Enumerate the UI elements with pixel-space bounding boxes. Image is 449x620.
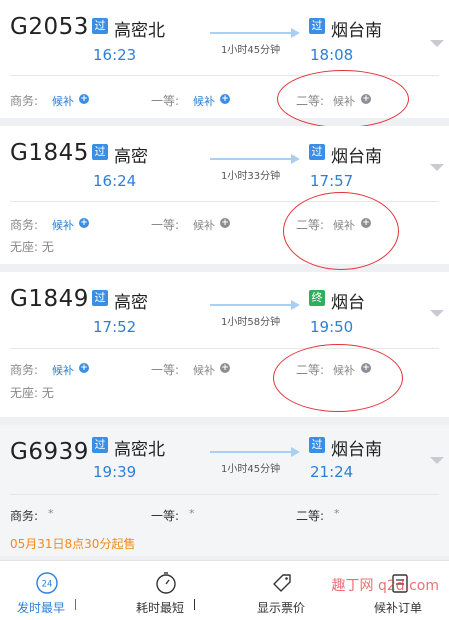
nav-label: 显示票价 <box>257 601 306 615</box>
nav-label: 耗时最短 <box>136 601 185 615</box>
plus-icon[interactable]: + <box>220 94 230 104</box>
business-seat-status[interactable]: 候补 <box>52 93 74 109</box>
nav-depart-earliest[interactable]: 24 发时最早 <box>0 561 112 620</box>
plus-icon[interactable]: + <box>220 218 230 228</box>
plus-icon[interactable]: + <box>79 94 89 104</box>
watermark: 趣丁网 q2d.com <box>331 578 439 594</box>
departure-time: 16:24 <box>93 172 137 190</box>
route-arrow-head <box>291 300 300 310</box>
first-class-label: 一等: <box>151 218 180 232</box>
trip-duration: 1小时33分钟 <box>221 171 281 182</box>
departure-time: 19:39 <box>93 463 137 481</box>
clock-24-icon-text: 24 <box>42 580 53 590</box>
first-class-label: 一等: <box>151 509 180 523</box>
first-class-status[interactable]: 候补 <box>193 93 215 109</box>
arrival-station: 烟台 <box>331 293 365 313</box>
red-circle-annotation <box>283 192 399 270</box>
train-card[interactable]: G6939 过 高密北 19:39 1小时45分钟 过 烟台南 21:24 商务… <box>0 425 449 556</box>
red-circle-annotation <box>277 70 409 128</box>
arrival-time: 18:08 <box>310 46 354 64</box>
sort-arrow-icon <box>75 599 76 610</box>
chevron-down-icon[interactable] <box>430 457 444 464</box>
business-seat-label: 商务: <box>10 363 39 377</box>
sort-arrow-icon <box>194 599 195 610</box>
first-class-label: 一等: <box>151 363 180 377</box>
plus-icon[interactable]: + <box>79 218 89 228</box>
business-seat-label: 商务: <box>10 94 39 108</box>
chevron-down-icon[interactable] <box>430 40 444 47</box>
train-number: G6939 <box>10 439 89 465</box>
second-class-label: 二等: <box>296 509 325 523</box>
pass-badge: 过 <box>92 437 108 453</box>
chevron-down-icon[interactable] <box>430 164 444 171</box>
pass-badge: 过 <box>92 144 108 160</box>
nav-shortest-duration[interactable]: 耗时最短 <box>112 561 224 620</box>
route-arrow-head <box>291 154 300 164</box>
route-arrow <box>210 304 292 306</box>
business-seat-status[interactable]: 候补 <box>52 217 74 233</box>
nav-label: 候补订单 <box>374 601 423 615</box>
pass-badge: 过 <box>92 290 108 306</box>
pass-badge: 过 <box>92 18 108 34</box>
business-seat-label: 商务: <box>10 218 39 232</box>
first-class-status: * <box>189 507 195 520</box>
arrival-time: 17:57 <box>310 172 354 190</box>
route-arrow <box>210 32 292 34</box>
train-card[interactable]: G2053 过 高密北 16:23 1小时45分钟 过 烟台南 18:08 商务… <box>0 0 449 128</box>
plus-icon[interactable]: + <box>220 363 230 373</box>
sale-start-note: 05月31日8点30分起售 <box>10 537 136 551</box>
chevron-down-icon[interactable] <box>430 310 444 317</box>
divider <box>10 494 439 495</box>
train-card[interactable]: G1849 过 高密 17:52 1小时58分钟 终 烟台 19:50 商务: … <box>0 272 449 417</box>
no-seat-status: 无座: 无 <box>10 240 54 254</box>
departure-station: 高密 <box>114 293 148 313</box>
route-arrow <box>210 158 292 160</box>
trip-duration: 1小时45分钟 <box>221 464 281 475</box>
route-arrow-head <box>291 447 300 457</box>
arrival-time: 19:50 <box>310 318 354 336</box>
train-card[interactable]: G1845 过 高密 16:24 1小时33分钟 过 烟台南 17:57 商务:… <box>0 126 449 270</box>
terminal-badge: 终 <box>309 290 325 306</box>
departure-station: 高密北 <box>114 440 165 460</box>
trip-duration: 1小时45分钟 <box>221 45 281 56</box>
nav-label: 发时最早 <box>17 601 66 615</box>
route-arrow <box>210 451 292 453</box>
trip-duration: 1小时58分钟 <box>221 317 281 328</box>
business-seat-label: 商务: <box>10 509 39 523</box>
route-arrow-head <box>291 28 300 38</box>
departure-time: 16:23 <box>93 46 137 64</box>
arrival-station: 烟台南 <box>331 440 382 460</box>
train-number: G1849 <box>10 286 89 312</box>
pass-badge: 过 <box>309 18 325 34</box>
train-number: G1845 <box>10 140 89 166</box>
price-tag-icon <box>273 574 291 592</box>
departure-station: 高密北 <box>114 21 165 41</box>
arrival-station: 烟台南 <box>331 21 382 41</box>
second-class-status: * <box>334 507 340 520</box>
pass-badge: 过 <box>309 144 325 160</box>
first-class-status[interactable]: 候补 <box>193 362 215 378</box>
arrival-station: 烟台南 <box>331 147 382 167</box>
divider <box>10 348 439 349</box>
plus-icon[interactable]: + <box>79 363 89 373</box>
business-seat-status: * <box>48 507 54 520</box>
arrival-time: 21:24 <box>310 463 354 481</box>
train-number: G2053 <box>10 14 89 40</box>
stopwatch-icon <box>156 572 176 594</box>
business-seat-status[interactable]: 候补 <box>52 362 74 378</box>
pass-badge: 过 <box>309 437 325 453</box>
clock-24-icon: 24 <box>36 572 58 594</box>
nav-show-price[interactable]: 显示票价 <box>224 561 336 620</box>
departure-time: 17:52 <box>93 318 137 336</box>
departure-station: 高密 <box>114 147 148 167</box>
red-circle-annotation <box>273 344 403 412</box>
no-seat-status: 无座: 无 <box>10 386 54 400</box>
first-class-status[interactable]: 候补 <box>193 217 215 233</box>
first-class-label: 一等: <box>151 94 180 108</box>
